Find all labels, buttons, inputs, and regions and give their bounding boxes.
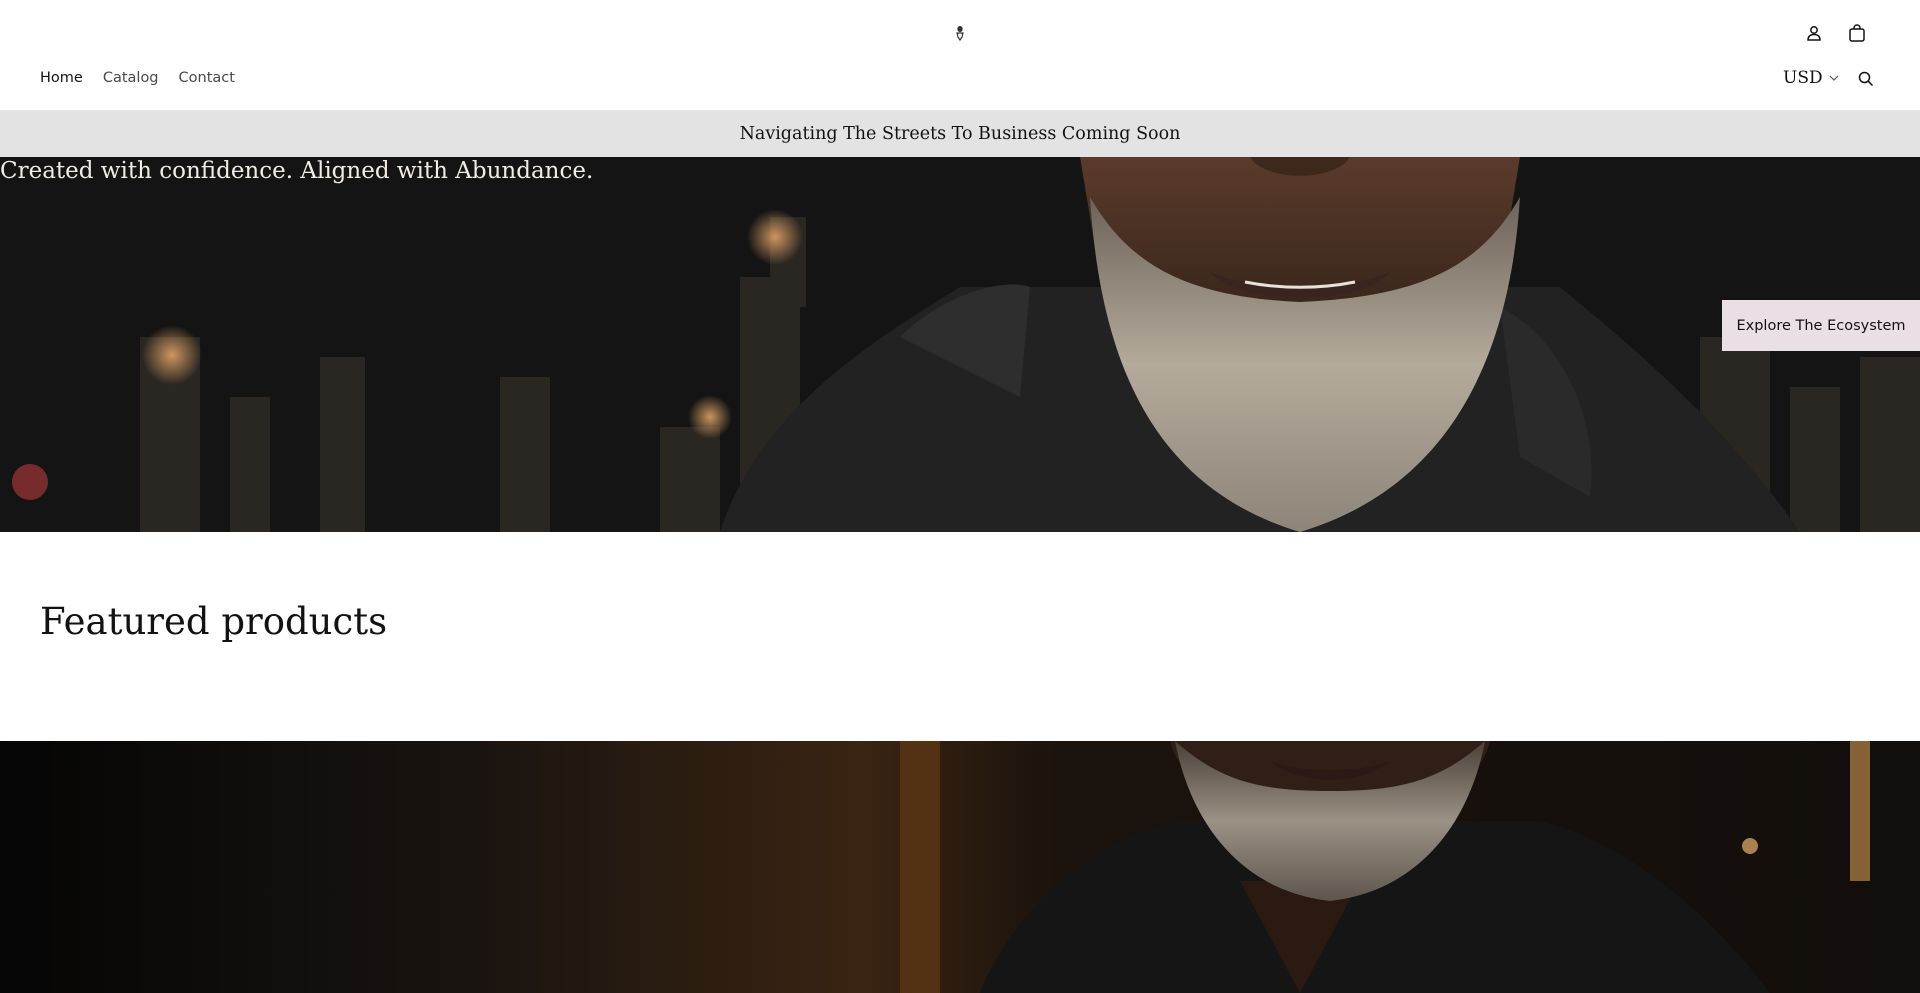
featured-products-heading: Featured products [40, 600, 388, 643]
announcement-bar: Navigating The Streets To Business Comin… [0, 111, 1920, 157]
brand-logo-icon[interactable] [952, 24, 968, 42]
featured-products-section: Featured products [0, 532, 1920, 741]
explore-ecosystem-button[interactable]: Explore The Ecosystem [1722, 300, 1920, 351]
nav-item-catalog[interactable]: Catalog [103, 68, 159, 88]
chevron-down-icon [1829, 75, 1839, 81]
hero-banner: Created with confidence. Aligned with Ab… [0, 157, 1920, 532]
nav-item-home[interactable]: Home [40, 68, 83, 88]
banner-image [0, 741, 1920, 993]
hero-image [0, 157, 1920, 532]
announcement-text: Navigating The Streets To Business Comin… [739, 124, 1181, 144]
cart-icon[interactable] [1846, 22, 1868, 44]
hero-tagline: Created with confidence. Aligned with Ab… [0, 158, 594, 184]
account-icon[interactable] [1803, 22, 1825, 44]
image-banner [0, 741, 1920, 993]
search-icon[interactable] [1855, 68, 1877, 90]
currency-value: USD [1783, 68, 1823, 88]
main-nav: Home Catalog Contact [40, 68, 255, 88]
currency-selector[interactable]: USD [1783, 66, 1839, 90]
site-header: Home Catalog Contact USD [0, 0, 1920, 111]
nav-item-contact[interactable]: Contact [179, 68, 235, 88]
